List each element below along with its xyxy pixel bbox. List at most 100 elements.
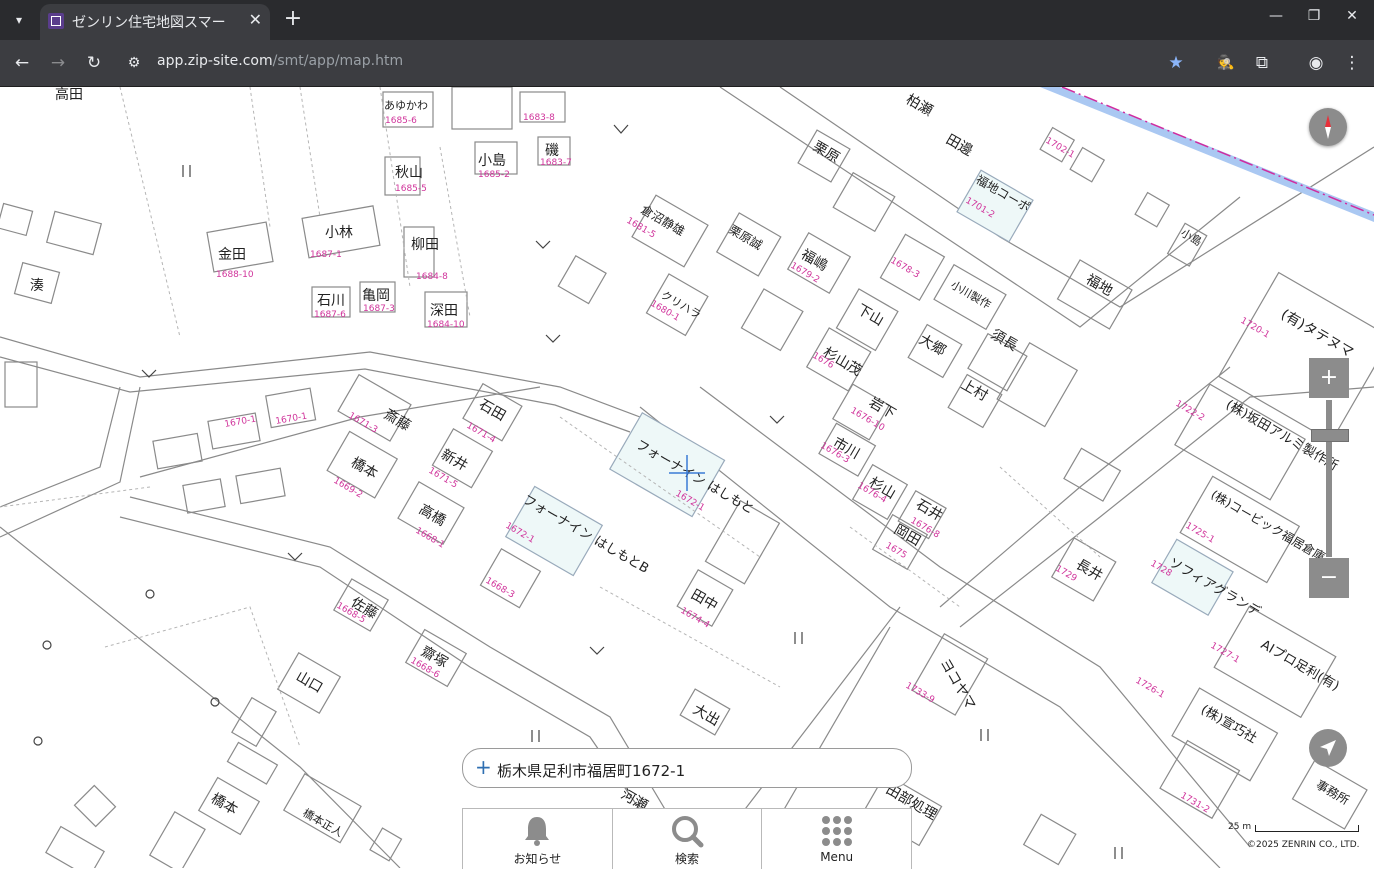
map-label: 事務所 [1314, 777, 1352, 807]
svg-text:1685-5: 1685-5 [395, 184, 427, 194]
map-label: 新井 [438, 447, 470, 475]
profile-icon[interactable]: ◉ [1304, 51, 1328, 75]
map-label: 橋本 [348, 455, 380, 483]
svg-text:1733-9: 1733-9 [904, 681, 937, 706]
navigation-arrow-icon [1320, 740, 1336, 756]
map-label: 須長 [988, 327, 1020, 355]
map-label: 柳田 [411, 236, 439, 253]
bottom-menu: お知らせ 検索 Menu [462, 808, 912, 869]
menu-button[interactable]: Menu [762, 809, 911, 869]
active-tab[interactable]: ゼンリン住宅地図スマー ✕ [40, 4, 270, 40]
search-label: 検索 [675, 852, 700, 866]
svg-text:1683-7: 1683-7 [540, 158, 572, 168]
current-address: 栃木県足利市福居町1672-1 [497, 762, 686, 780]
scale-bar [1255, 825, 1359, 832]
tab-list-button[interactable]: ▾ [6, 8, 32, 32]
map-label: 小島 [478, 153, 506, 169]
map-label: AIプロ足利(有) [1258, 637, 1342, 694]
svg-text:1726-1: 1726-1 [1134, 676, 1167, 701]
browser-menu-icon[interactable]: ⋮ [1340, 51, 1364, 75]
tab-title: ゼンリン住宅地図スマー [72, 15, 226, 31]
svg-text:1668-1: 1668-1 [414, 526, 447, 551]
compass-icon[interactable] [1309, 108, 1347, 146]
svg-text:1725-1: 1725-1 [1184, 521, 1217, 546]
map-scale: 25 m [1228, 822, 1359, 834]
map-label: (有)タテヌマ [1278, 307, 1356, 361]
browser-toolbar: ← → ↻ ⚙ app.zip-site.com/smt/app/map.htm… [0, 40, 1374, 87]
search-button[interactable]: 検索 [613, 809, 763, 869]
svg-text:1671-4: 1671-4 [465, 421, 498, 446]
map-label: 磯 [545, 143, 559, 159]
url-path: /smt/app/map.htm [272, 53, 404, 69]
svg-text:1685-2: 1685-2 [478, 170, 510, 180]
map-label: 斎藤 [381, 406, 414, 435]
current-location-button[interactable] [1309, 729, 1347, 767]
back-button[interactable]: ← [10, 51, 34, 75]
zoom-in-button[interactable]: + [1309, 358, 1349, 398]
zoom-slider-track[interactable] [1326, 400, 1332, 557]
map-label: 石田 [476, 397, 508, 425]
zoom-slider-thumb[interactable] [1311, 429, 1349, 442]
extensions-puzzle-icon[interactable]: ⧉ [1250, 51, 1274, 75]
restore-window-button[interactable]: ❐ [1302, 8, 1326, 24]
svg-text:1685-6: 1685-6 [385, 116, 417, 126]
svg-text:1702-1: 1702-1 [1044, 136, 1077, 161]
scale-label: 25 m [1228, 822, 1252, 832]
map-label: 山口 [293, 669, 325, 697]
svg-text:1670-1: 1670-1 [224, 415, 257, 430]
site-settings-icon[interactable]: ⚙ [122, 51, 146, 75]
svg-text:1683-8: 1683-8 [523, 113, 555, 123]
address-bar[interactable]: app.zip-site.com/smt/app/map.htm [157, 53, 403, 69]
svg-text:1687-1: 1687-1 [310, 250, 342, 260]
notifications-button[interactable]: お知らせ [463, 809, 613, 869]
menu-label: Menu [820, 850, 854, 864]
new-tab-button[interactable]: + [281, 6, 305, 31]
forward-button[interactable]: → [46, 51, 70, 75]
map-label: あゆかわ [384, 99, 428, 112]
zoom-out-button[interactable]: − [1309, 558, 1349, 598]
close-tab-icon[interactable]: ✕ [249, 10, 262, 29]
svg-text:1684-10: 1684-10 [427, 320, 465, 330]
notifications-label: お知らせ [513, 852, 562, 866]
svg-text:1669-2: 1669-2 [332, 476, 365, 501]
reload-button[interactable]: ↻ [82, 51, 106, 75]
grid-icon [821, 816, 852, 846]
bookmark-star-icon[interactable]: ★ [1164, 51, 1188, 75]
bell-icon [525, 817, 550, 846]
copyright-text: ©2025 ZENRIN CO., LTD. [1247, 840, 1360, 850]
map-label: 栗原誠 [727, 222, 765, 252]
svg-text:1684-8: 1684-8 [416, 272, 448, 282]
close-window-button[interactable]: ✕ [1340, 8, 1364, 24]
svg-text:1678-3: 1678-3 [889, 256, 922, 281]
search-icon [672, 816, 704, 848]
map-label: 栗原 [810, 139, 842, 167]
map-label: 秋山 [395, 165, 423, 181]
map-label: 長井 [1073, 557, 1105, 585]
url-host: app.zip-site.com [157, 53, 273, 69]
map-label: 石川 [317, 293, 345, 309]
svg-text:1687-6: 1687-6 [314, 310, 346, 320]
svg-text:1670-1: 1670-1 [275, 412, 308, 427]
map-label: 下山 [854, 302, 886, 330]
map-label: (株)宣巧社 [1198, 702, 1260, 747]
map-label: 小川製作 [949, 277, 994, 311]
address-search-bar[interactable]: + 栃木県足利市福居町1672-1 [462, 748, 912, 788]
svg-text:1688-10: 1688-10 [216, 270, 254, 280]
map-label: 亀岡 [362, 288, 390, 304]
svg-text:1727-1: 1727-1 [1209, 641, 1242, 666]
extension-icon[interactable]: 🕵 [1214, 51, 1238, 75]
map-label: ヨコヤマ [937, 656, 979, 712]
map-label: 湊 [30, 277, 44, 294]
site-favicon-icon [48, 13, 64, 29]
map-label: 大郷 [916, 332, 948, 360]
map-label: 深田 [430, 303, 458, 319]
map-label: 高田 [55, 87, 83, 103]
map-label: 橋本 [208, 791, 240, 819]
browser-tab-bar: ▾ ゼンリン住宅地図スマー ✕ + — ❐ ✕ [0, 0, 1374, 40]
plus-icon[interactable]: + [475, 755, 492, 779]
minimize-window-button[interactable]: — [1264, 8, 1288, 24]
chevron-down-icon: ▾ [15, 13, 23, 27]
map-label: 上村 [958, 377, 990, 405]
map-label: 高橋 [416, 501, 449, 530]
svg-text:1687-3: 1687-3 [363, 304, 395, 314]
